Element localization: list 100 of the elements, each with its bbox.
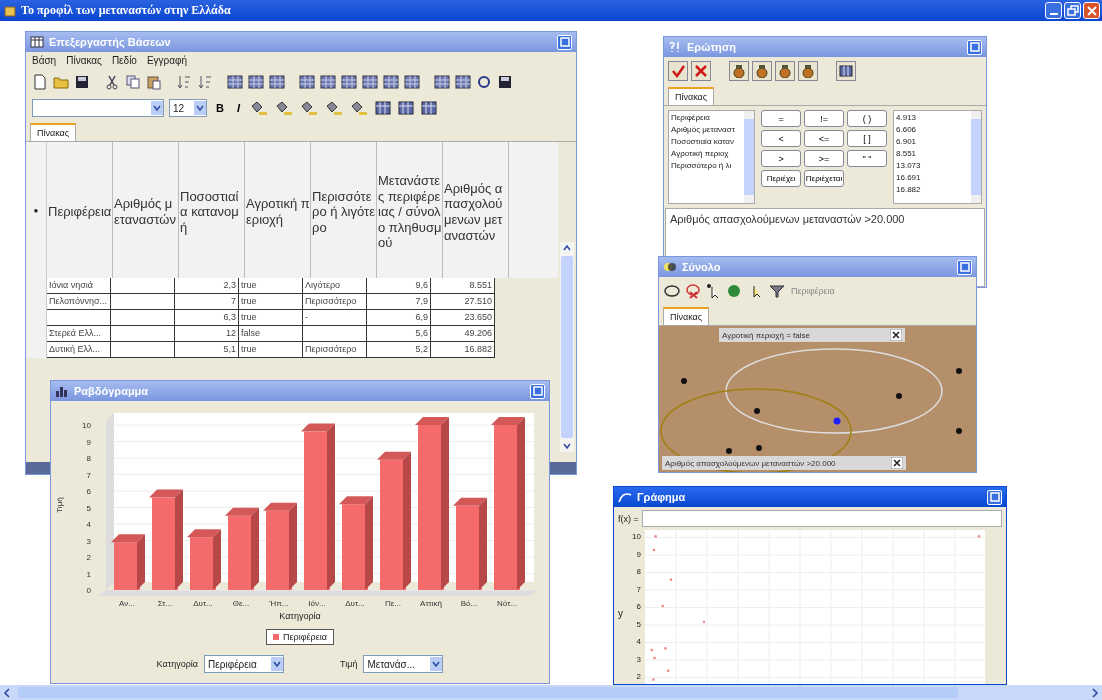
list-item[interactable]: 6.901 (896, 137, 969, 146)
folder-icon[interactable] (53, 74, 69, 90)
close-icon[interactable] (890, 329, 902, 341)
cancel-button[interactable] (691, 61, 711, 81)
sort-icon[interactable] (197, 74, 213, 90)
table-cell: false (239, 326, 303, 342)
table-button[interactable] (836, 61, 856, 81)
operator-button[interactable]: < (761, 130, 802, 147)
list-item[interactable]: Περιφέρεια (671, 113, 743, 122)
operator-button[interactable]: > (761, 150, 802, 167)
minimize-button[interactable] (1045, 2, 1062, 19)
grid-icon[interactable] (455, 74, 471, 90)
axis-tick-label: 5 (86, 503, 91, 513)
set-label[interactable]: Αγροτική περιοχή = false (719, 328, 905, 342)
set-label[interactable]: Αριθμός απασχολούμενων μεταναστών >20.000 (662, 456, 906, 470)
maximize-button[interactable] (557, 34, 572, 50)
filter-icon[interactable] (768, 283, 786, 299)
paint-bucket-icon[interactable] (324, 100, 344, 116)
grid-icon[interactable] (362, 74, 378, 90)
scrollbar-thumb[interactable] (561, 256, 573, 438)
value-dropdown[interactable]: Μετανάσ... (363, 655, 444, 673)
grid-icon[interactable] (420, 100, 438, 116)
tool-button[interactable] (752, 61, 772, 81)
grid-icon[interactable] (269, 74, 285, 90)
paste-icon[interactable] (146, 74, 162, 90)
operator-button[interactable]: != (804, 110, 845, 127)
list-item[interactable]: 6.606 (896, 125, 969, 134)
menu-item[interactable]: Πίνακας (66, 55, 102, 66)
list-item[interactable]: 4.913 (896, 113, 969, 122)
sort-icon[interactable] (176, 74, 192, 90)
maximize-button[interactable] (530, 383, 545, 399)
list-item[interactable]: 16.691 (896, 173, 969, 182)
list-item[interactable]: 8.551 (896, 149, 969, 158)
font-size-dropdown[interactable]: 12 (169, 99, 207, 117)
grid-icon[interactable] (434, 74, 450, 90)
copy-icon[interactable] (125, 74, 141, 90)
list-item[interactable]: 13.073 (896, 161, 969, 170)
tab[interactable]: Πίνακας (30, 123, 77, 141)
menu-item[interactable]: Βάση (32, 55, 57, 66)
grid-icon[interactable] (374, 100, 392, 116)
ellipse-icon[interactable] (663, 283, 681, 299)
axis-tick-label: 4 (636, 636, 641, 648)
operator-button[interactable]: [ ] (847, 130, 888, 147)
grid-icon[interactable] (227, 74, 243, 90)
scrollbar-thumb[interactable] (744, 119, 755, 195)
operator-button[interactable]: >= (804, 150, 845, 167)
format-button[interactable]: B (212, 102, 228, 114)
tab[interactable]: Πίνακας (668, 87, 715, 105)
maximize-button[interactable] (957, 259, 972, 275)
grid-icon[interactable] (404, 74, 420, 90)
list-item[interactable]: Αριθμός μεταναστ (671, 125, 743, 134)
paint-bucket-icon[interactable] (274, 100, 294, 116)
operator-button[interactable]: " " (847, 150, 888, 167)
list-item[interactable]: Περισσότερο ή λι (671, 161, 743, 170)
close-icon[interactable] (891, 457, 903, 469)
tool-button[interactable] (798, 61, 818, 81)
paint-bucket-icon[interactable] (349, 100, 369, 116)
maximize-button[interactable] (967, 39, 982, 55)
list-item[interactable]: Αγροτική περιοχ (671, 149, 743, 158)
paint-bucket-icon[interactable] (249, 100, 269, 116)
tool-button[interactable] (729, 61, 749, 81)
tab[interactable]: Πίνακας (663, 307, 710, 325)
operator-button[interactable]: Περιέχεται (804, 170, 845, 187)
scrollbar-thumb[interactable] (971, 119, 981, 195)
save-icon[interactable] (497, 74, 513, 90)
font-dropdown[interactable] (32, 99, 164, 117)
operator-button[interactable]: = (761, 110, 802, 127)
operator-button[interactable]: Περιέχει (761, 170, 802, 187)
tool-button[interactable] (775, 61, 795, 81)
list-item[interactable]: 16.882 (896, 185, 969, 194)
format-button[interactable]: I (232, 102, 244, 114)
table-cell: Περισσότερο (303, 294, 367, 310)
category-dropdown[interactable]: Περιφέρεια (204, 655, 285, 673)
maximize-button[interactable] (987, 489, 1002, 505)
menu-item[interactable]: Πεδίο (111, 55, 137, 66)
grid-icon[interactable] (383, 74, 399, 90)
close-button[interactable] (1083, 2, 1100, 19)
bag-icon (778, 64, 792, 78)
axis-title: y (618, 608, 623, 619)
operator-button[interactable]: <= (804, 130, 845, 147)
grid-icon[interactable] (341, 74, 357, 90)
restore-button[interactable] (1064, 2, 1081, 19)
new-file-icon[interactable] (32, 74, 48, 90)
grid-icon[interactable] (299, 74, 315, 90)
operator-button[interactable]: ( ) (847, 110, 888, 127)
axis-tick-label: 7 (636, 583, 641, 596)
paint-bucket-icon[interactable] (299, 100, 319, 116)
grid-icon[interactable] (397, 100, 415, 116)
check-button[interactable] (668, 61, 688, 81)
grid-icon (30, 36, 44, 48)
refresh-icon[interactable] (476, 74, 492, 90)
function-field[interactable] (641, 510, 1002, 527)
field-label: Τιμή (340, 659, 358, 669)
grid-icon[interactable] (320, 74, 336, 90)
menu-item[interactable]: Εγγραφή (146, 55, 188, 66)
delete-ellipse-icon[interactable] (684, 283, 702, 299)
grid-icon[interactable] (248, 74, 264, 90)
scissors-icon[interactable] (104, 74, 120, 90)
save-icon[interactable] (74, 74, 90, 90)
list-item[interactable]: Ποσοστιαία καταν (671, 137, 743, 146)
